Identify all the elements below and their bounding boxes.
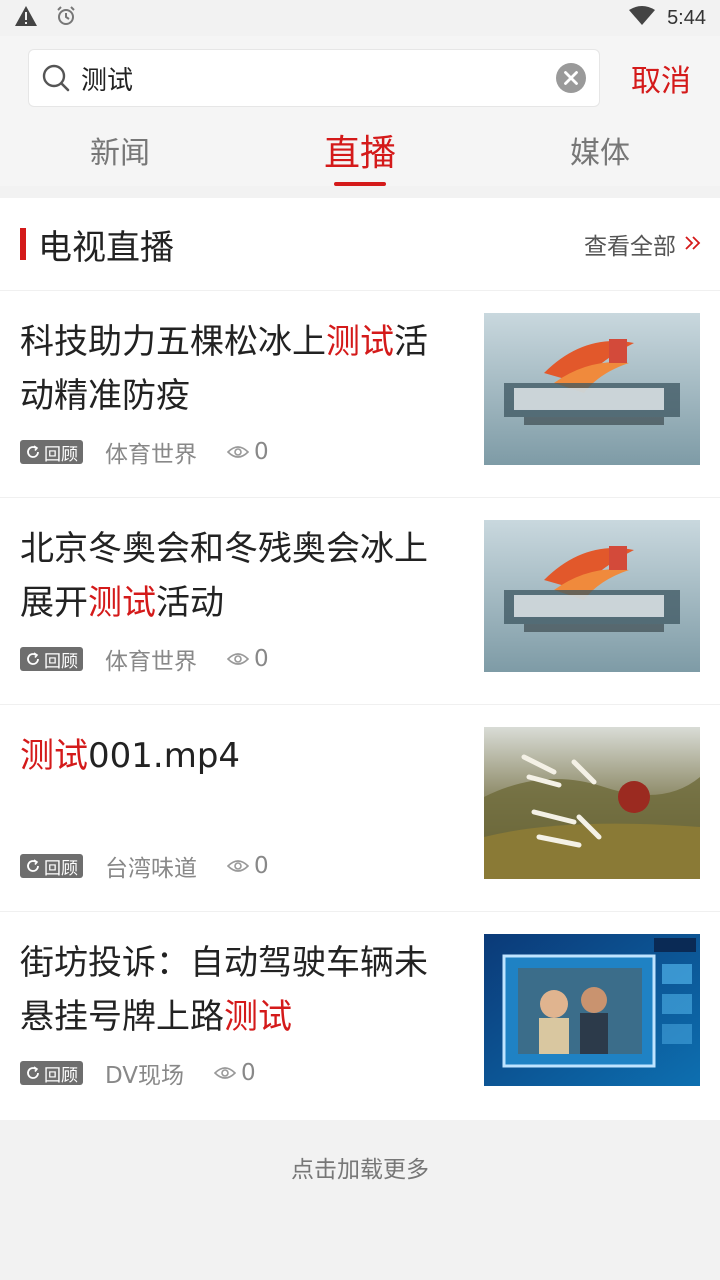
thumbnail-sports-world	[484, 520, 700, 672]
replay-badge: 回顾	[20, 440, 83, 465]
item-meta: 回顾 台湾味道 0	[20, 853, 269, 882]
cancel-button[interactable]: 取消	[618, 54, 704, 102]
tab-bar: 新闻 直播 媒体	[0, 122, 720, 186]
eye-icon	[227, 446, 249, 458]
title-text: 活动	[156, 583, 224, 623]
title-highlight: 测试	[224, 997, 292, 1037]
alarm-icon	[56, 6, 76, 30]
thumbnail-news-studio	[484, 934, 700, 1086]
replay-badge: 回顾	[20, 1061, 83, 1086]
search-input[interactable]	[81, 63, 547, 93]
eye-icon	[227, 860, 249, 872]
double-chevron-right-icon	[684, 231, 702, 257]
warning-icon	[14, 5, 38, 31]
search-icon	[41, 63, 71, 93]
title-highlight: 测试	[20, 736, 88, 776]
section-header: 电视直播 查看全部	[0, 198, 720, 290]
tab-media[interactable]: 媒体	[480, 122, 720, 186]
search-header: 取消 新闻 直播 媒体	[0, 36, 720, 186]
item-title: 北京冬奥会和冬残奥会冰上展开测试活动	[20, 522, 450, 630]
eye-icon	[214, 1067, 237, 1079]
replay-badge: 回顾	[20, 854, 83, 879]
view-count-value: 0	[254, 646, 269, 672]
list-item[interactable]: 科技助力五棵松冰上测试活动精准防疫 回顾 体育世界 0	[0, 290, 720, 497]
tab-live[interactable]: 直播	[240, 122, 480, 186]
clear-icon[interactable]	[555, 62, 587, 94]
active-tab-indicator	[334, 182, 386, 186]
tab-label: 直播	[323, 133, 396, 174]
status-left	[14, 5, 76, 31]
item-title: 测试001.mp4	[20, 729, 450, 783]
list-item[interactable]: 北京冬奥会和冬残奥会冰上展开测试活动 回顾 体育世界 0	[0, 497, 720, 704]
tab-label: 新闻	[90, 136, 150, 171]
thumbnail-taiwan-flavor	[484, 727, 700, 879]
item-meta: 回顾 体育世界 0	[20, 439, 269, 468]
view-count: 0	[227, 646, 269, 672]
channel-name: DV现场	[105, 1063, 185, 1089]
status-time: 5:44	[667, 6, 706, 29]
badge-label: 回顾	[44, 651, 78, 672]
replay-badge: 回顾	[20, 647, 83, 672]
item-meta: 回顾 DV现场 0	[20, 1060, 256, 1089]
thumbnail-sports-world	[484, 313, 700, 465]
wifi-icon	[629, 6, 656, 30]
search-box[interactable]	[28, 49, 600, 107]
view-count: 0	[227, 439, 269, 465]
channel-name: 台湾味道	[105, 856, 197, 882]
status-right: 5:44	[629, 6, 706, 30]
list-item[interactable]: 测试001.mp4 回顾 台湾味道 0	[0, 704, 720, 911]
eye-icon	[227, 653, 249, 665]
load-more-button[interactable]: 点击加载更多	[0, 1140, 720, 1200]
tab-news[interactable]: 新闻	[0, 122, 240, 186]
replay-icon	[27, 445, 39, 458]
tab-label: 媒体	[570, 136, 630, 171]
title-text: 北京冬奥会和冬残奥会冰上展开	[20, 529, 428, 623]
title-text: 001.mp4	[88, 736, 241, 776]
badge-label: 回顾	[44, 1065, 78, 1086]
replay-icon	[27, 859, 39, 872]
replay-icon	[27, 652, 39, 665]
title-text: 科技助力五棵松冰上	[20, 322, 326, 362]
list-item[interactable]: 街坊投诉：自动驾驶车辆未悬挂号牌上路测试 回顾 DV现场 0	[0, 911, 720, 1118]
item-title: 街坊投诉：自动驾驶车辆未悬挂号牌上路测试	[20, 936, 450, 1044]
title-highlight: 测试	[326, 322, 394, 362]
replay-icon	[27, 1066, 39, 1079]
view-count: 0	[227, 853, 269, 879]
badge-label: 回顾	[44, 444, 78, 465]
section-title: 电视直播	[38, 227, 174, 268]
status-bar: 5:44	[0, 0, 720, 36]
section-accent-bar	[20, 228, 26, 260]
view-all-label: 查看全部	[584, 234, 676, 260]
item-title: 科技助力五棵松冰上测试活动精准防疫	[20, 315, 450, 423]
section-title-wrap: 电视直播	[20, 220, 174, 269]
view-count: 0	[214, 1060, 256, 1086]
badge-label: 回顾	[44, 858, 78, 879]
view-count-value: 0	[254, 853, 269, 879]
channel-name: 体育世界	[105, 649, 197, 675]
view-count-value: 0	[254, 439, 269, 465]
view-all-link[interactable]: 查看全部	[584, 227, 702, 261]
channel-name: 体育世界	[105, 442, 197, 468]
title-highlight: 测试	[88, 583, 156, 623]
item-meta: 回顾 体育世界 0	[20, 646, 269, 675]
results-panel: 电视直播 查看全部 科技助力五棵松冰上测试活动精准防疫 回顾 体育世界 0 北京…	[0, 198, 720, 1120]
view-count-value: 0	[241, 1060, 256, 1086]
